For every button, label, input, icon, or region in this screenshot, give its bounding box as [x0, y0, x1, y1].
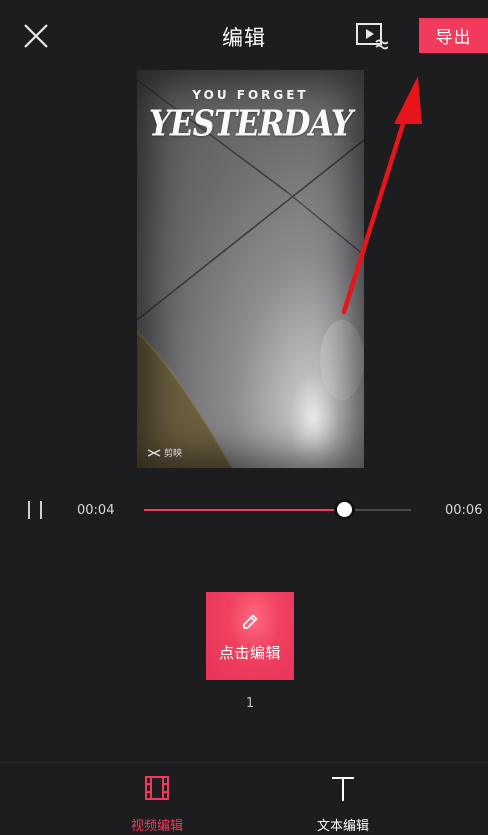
clip-thumbnail[interactable]: 点击编辑: [206, 592, 294, 680]
page-title: 编辑: [222, 26, 266, 50]
tab-video-edit[interactable]: 视频编辑: [102, 773, 212, 834]
overlay-text-line1: YOU FORGET: [192, 88, 309, 102]
watermark: 剪映: [147, 446, 182, 459]
pause-icon: [28, 501, 30, 519]
overlay-text-line2: YESTERDAY: [148, 103, 353, 145]
tab-text-edit[interactable]: 文本编辑: [288, 773, 398, 834]
pencil-icon: [243, 614, 258, 629]
progress-slider[interactable]: [144, 499, 411, 520]
film-icon: [145, 776, 169, 800]
total-time: 00:06: [445, 503, 483, 518]
capcut-logo-icon: [147, 448, 161, 457]
tab-text-edit-label: 文本编辑: [316, 819, 369, 834]
play-preview-icon[interactable]: [354, 20, 388, 52]
clip-edit-label: 点击编辑: [218, 644, 281, 662]
current-time: 00:04: [77, 503, 115, 518]
clip-index: 1: [245, 696, 255, 711]
text-icon: [332, 777, 354, 801]
progress-fill: [144, 509, 345, 511]
tab-video-edit-label: 视频编辑: [130, 819, 183, 834]
progress-thumb[interactable]: [334, 499, 356, 520]
watermark-text: 剪映: [164, 449, 183, 459]
bottom-nav: 视频编辑 文本编辑: [0, 762, 488, 835]
export-button[interactable]: 导出: [419, 18, 488, 53]
video-preview[interactable]: YOU FORGET YESTERDAY 剪映: [137, 70, 364, 468]
pause-button[interactable]: [24, 499, 46, 521]
editor-screen: 编辑 导出 YOU FORGET YESTERDAY 剪映 00:04 00:0…: [0, 0, 488, 835]
